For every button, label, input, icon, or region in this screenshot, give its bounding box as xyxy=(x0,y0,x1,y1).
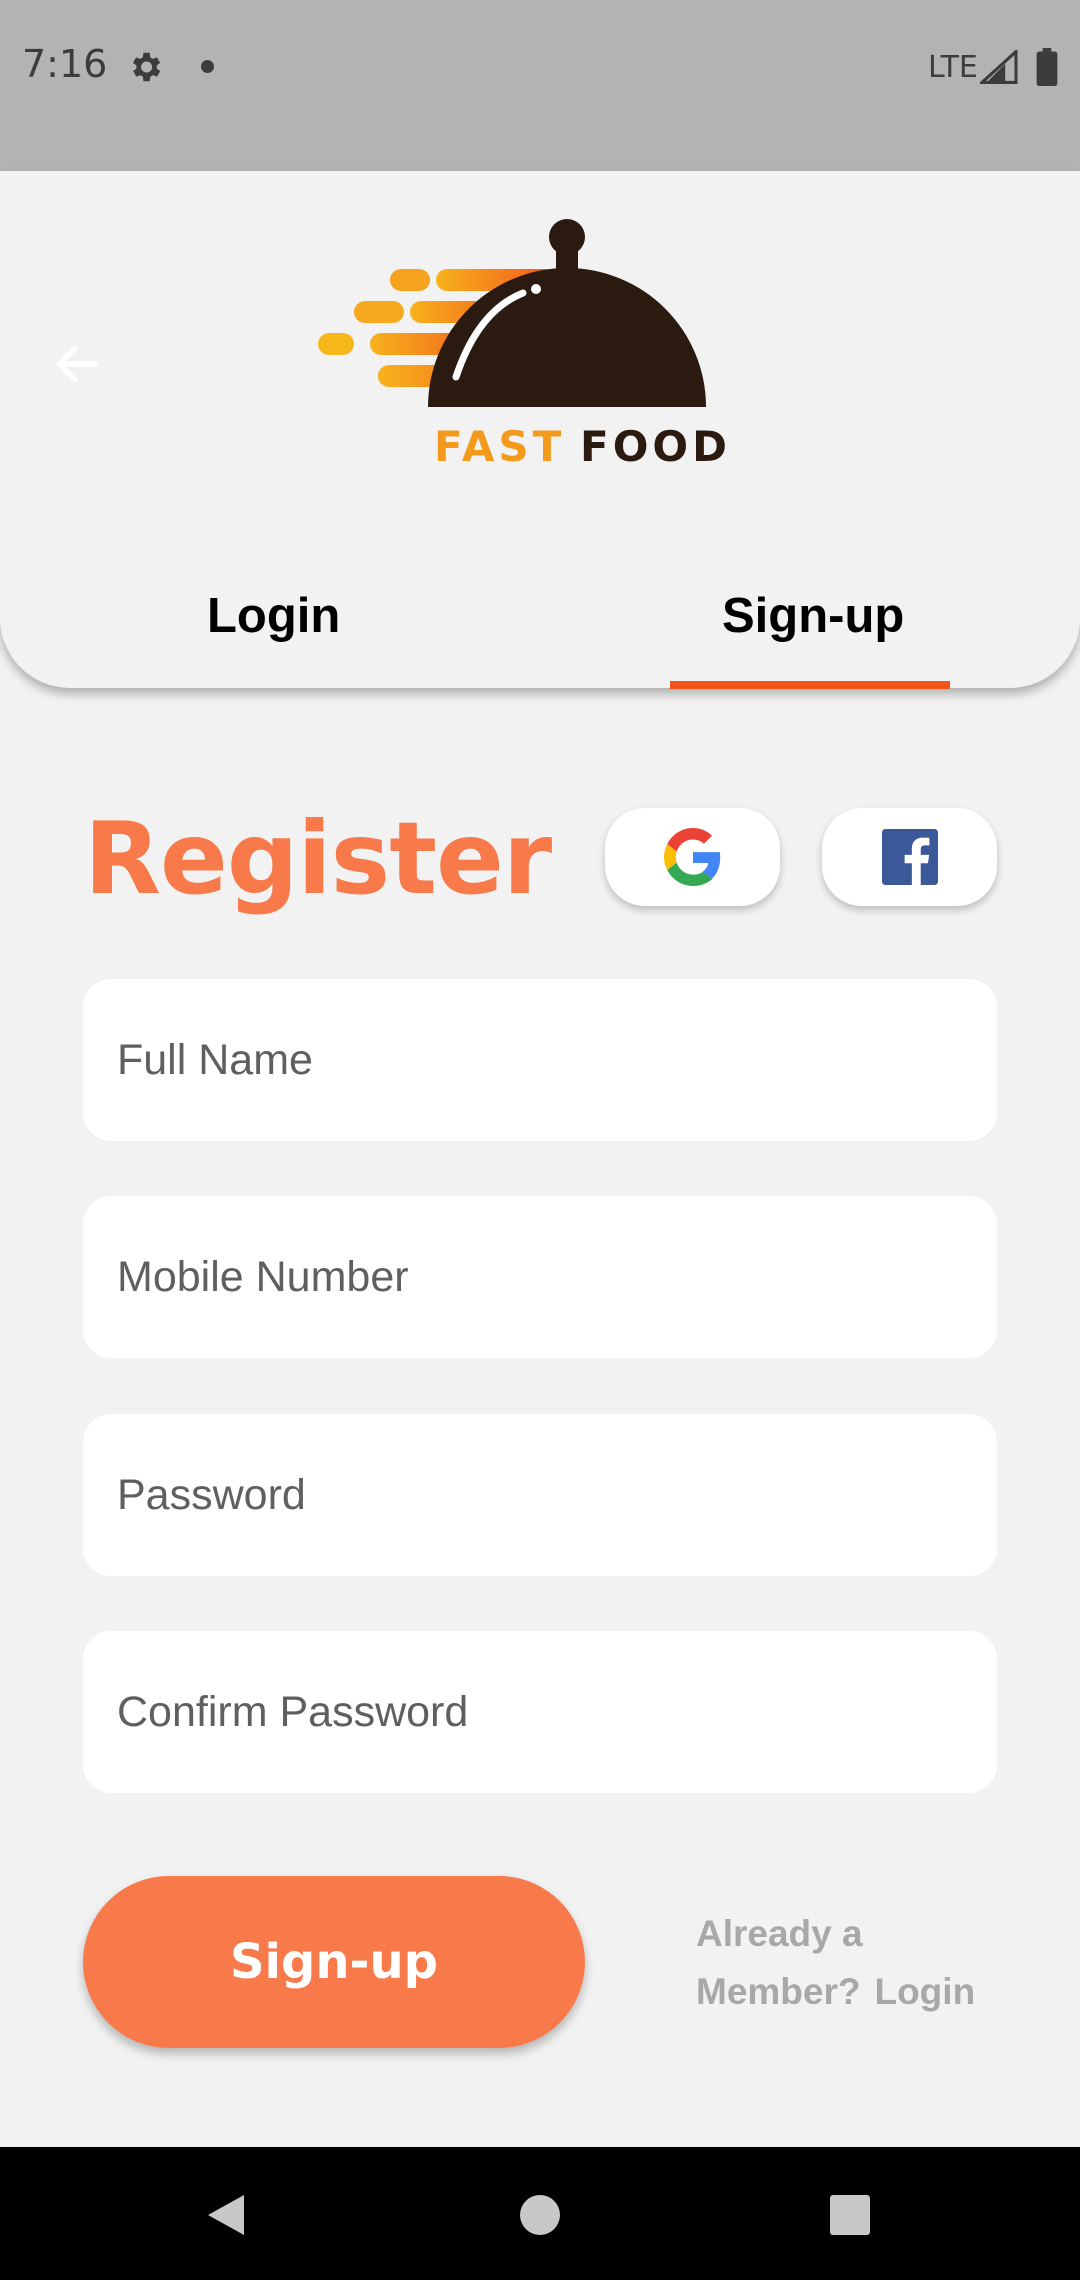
header-card: FAST FOOD Login Sign-up xyxy=(0,171,1080,689)
already-member-text: Already a Member? Login xyxy=(696,1905,975,2021)
facebook-icon xyxy=(881,829,938,885)
full-name-input[interactable] xyxy=(83,979,997,1141)
login-link[interactable]: Login xyxy=(874,1971,975,2012)
notification-dot xyxy=(201,60,214,73)
password-field[interactable] xyxy=(83,1414,997,1576)
battery-icon xyxy=(1036,48,1058,86)
confirm-password-field[interactable] xyxy=(83,1631,997,1793)
nav-home-icon[interactable] xyxy=(520,2195,560,2235)
signal-icon xyxy=(980,50,1018,84)
status-time: 7:16 xyxy=(22,42,108,86)
already-member-line1: Already a xyxy=(696,1913,863,1954)
status-bar: 7:16 LTE xyxy=(0,0,1080,171)
logo-word-food: FOOD xyxy=(580,422,731,471)
password-input[interactable] xyxy=(83,1414,997,1576)
nav-back-icon[interactable] xyxy=(206,2193,246,2237)
logo-word-fast: FAST xyxy=(434,422,565,471)
facebook-signin-button[interactable] xyxy=(822,808,997,906)
tab-login[interactable]: Login xyxy=(207,588,340,644)
mobile-number-input[interactable] xyxy=(83,1196,997,1358)
gear-icon xyxy=(132,52,161,82)
system-nav-bar xyxy=(0,2147,1080,2280)
mobile-number-field[interactable] xyxy=(83,1196,997,1358)
google-icon xyxy=(663,828,720,886)
member-question: Member? xyxy=(696,1971,861,2012)
fast-food-logo: FAST FOOD xyxy=(318,219,731,471)
confirm-password-input[interactable] xyxy=(83,1631,997,1793)
tab-signup[interactable]: Sign-up xyxy=(722,588,904,644)
already-member-line2: Member? Login xyxy=(696,1963,975,2021)
network-type: LTE xyxy=(928,50,978,85)
google-signin-button[interactable] xyxy=(605,808,780,906)
nav-recents-icon[interactable] xyxy=(830,2195,870,2235)
signup-button[interactable]: Sign-up xyxy=(83,1876,585,2048)
active-tab-indicator xyxy=(670,681,950,689)
full-name-field[interactable] xyxy=(83,979,997,1141)
arrow-left-icon[interactable] xyxy=(50,337,104,391)
register-title: Register xyxy=(84,800,552,917)
